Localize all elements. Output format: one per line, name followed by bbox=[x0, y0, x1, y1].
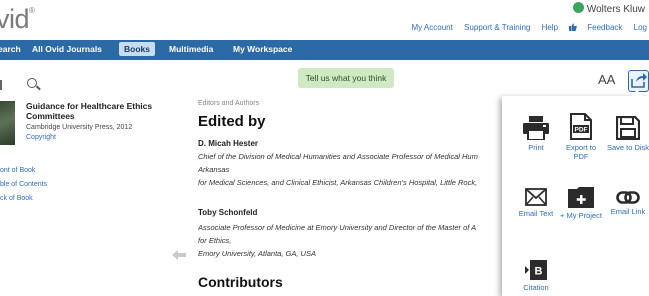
publisher-logo: Wolters Kluw bbox=[572, 2, 645, 15]
nav-multimedia[interactable]: Multimedia bbox=[169, 44, 213, 54]
previous-page-arrow-icon[interactable] bbox=[172, 250, 186, 260]
ovid-logo[interactable]: vid® bbox=[0, 4, 35, 35]
envelope-icon bbox=[525, 188, 547, 206]
nav-search[interactable]: earch bbox=[0, 44, 21, 54]
author-affiliation: for Ethics, bbox=[198, 236, 232, 245]
book-publisher: Cambridge University Press, 2012 bbox=[26, 124, 133, 131]
contributors-heading: Contributors bbox=[198, 274, 283, 290]
save-to-disk-label: Save to Disk bbox=[606, 143, 649, 152]
feedback-button[interactable]: Tell us what you think bbox=[298, 68, 394, 88]
feedback-link-label: Feedback bbox=[587, 23, 623, 32]
text-size-label: AA bbox=[598, 72, 616, 87]
print-label: Print bbox=[528, 143, 544, 152]
logout-link[interactable]: Log bbox=[634, 23, 647, 32]
author-affiliation: Emory University, Atlanta, GA, USA bbox=[198, 249, 316, 258]
logo-text: vid bbox=[0, 4, 30, 34]
publisher-name: Wolters Kluw bbox=[586, 4, 645, 15]
author-name: Toby Schonfeld bbox=[198, 208, 258, 217]
add-to-my-project-label: + My Project bbox=[560, 211, 602, 220]
support-training-link[interactable]: Support & Training bbox=[464, 23, 530, 32]
main-nav: earch All Ovid Journals Books Multimedia… bbox=[0, 40, 649, 60]
print-option[interactable]: Print bbox=[514, 116, 558, 152]
email-text-option[interactable]: Email Text bbox=[514, 188, 558, 218]
citation-label: Citation bbox=[523, 283, 549, 292]
my-account-link[interactable]: My Account bbox=[411, 23, 452, 32]
feedback-link[interactable]: Feedback bbox=[569, 23, 622, 32]
header: vid® Wolters Kluw My Account Support & T… bbox=[0, 0, 649, 40]
book-cover-thumbnail[interactable] bbox=[0, 101, 15, 145]
pdf-badge-text: PDF bbox=[575, 127, 588, 134]
edited-by-heading: Edited by bbox=[198, 113, 266, 130]
add-to-my-project-option[interactable]: + My Project bbox=[559, 186, 603, 220]
author-affiliation: for Medical Sciences, and Clinical Ethic… bbox=[198, 178, 478, 187]
author-name: D. Micah Hester bbox=[198, 139, 259, 148]
thumbs-up-icon bbox=[569, 23, 578, 31]
share-button[interactable] bbox=[628, 70, 649, 92]
citation-badge-text: B bbox=[535, 266, 543, 278]
toolbar-divider bbox=[0, 80, 2, 90]
wolters-kluwer-icon bbox=[572, 2, 584, 13]
save-to-disk-option[interactable]: Save to Disk bbox=[606, 116, 649, 152]
author-affiliation: Associate Professor of Medicine at Emory… bbox=[198, 223, 477, 232]
section-breadcrumb: Editors and Authors bbox=[198, 100, 260, 107]
table-of-contents-link[interactable]: ble of Contents bbox=[0, 181, 47, 188]
help-link[interactable]: Help bbox=[542, 23, 558, 32]
email-link-label: Email Link bbox=[610, 207, 646, 216]
logo-mark: ® bbox=[29, 6, 35, 15]
back-of-book-link[interactable]: ck of Book bbox=[0, 195, 33, 202]
top-links: My Account Support & Training Help Feedb… bbox=[402, 23, 647, 32]
search-icon[interactable] bbox=[27, 78, 37, 88]
nav-my-workspace[interactable]: My Workspace bbox=[233, 44, 292, 54]
author-affiliation: Arkansas bbox=[198, 165, 230, 174]
floppy-disk-icon bbox=[616, 116, 640, 140]
author-affiliation: Chief of the Division of Medical Humanit… bbox=[198, 152, 478, 161]
citation-icon: B bbox=[525, 260, 547, 280]
email-text-label: Email Text bbox=[518, 209, 554, 218]
printer-icon bbox=[523, 116, 549, 140]
front-of-book-link[interactable]: ont of Book bbox=[0, 167, 35, 174]
citation-option[interactable]: B Citation bbox=[514, 260, 558, 292]
pdf-icon: PDF bbox=[570, 113, 592, 140]
link-icon bbox=[616, 191, 640, 204]
folder-plus-icon bbox=[568, 187, 594, 208]
nav-all-ovid-journals[interactable]: All Ovid Journals bbox=[32, 44, 102, 54]
panel-pointer bbox=[630, 90, 644, 97]
share-icon bbox=[631, 73, 647, 88]
export-pdf-label: Export to PDF bbox=[565, 143, 596, 161]
copyright-link[interactable]: Copyright bbox=[26, 134, 56, 141]
export-pdf-option[interactable]: PDF Export to PDF bbox=[559, 113, 603, 161]
text-size-button[interactable]: AA bbox=[598, 72, 615, 87]
email-link-option[interactable]: Email Link bbox=[606, 191, 649, 216]
nav-books[interactable]: Books bbox=[119, 42, 155, 56]
book-title[interactable]: Guidance for Healthcare Ethics Committee… bbox=[26, 101, 156, 121]
